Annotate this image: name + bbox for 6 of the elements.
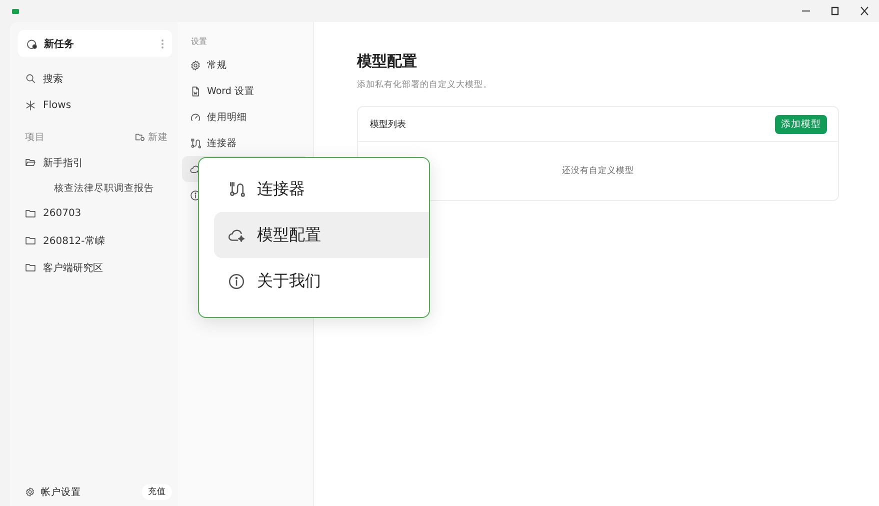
section-title: 项目: [25, 130, 45, 144]
empty-message: 还没有自定义模型: [562, 165, 634, 177]
section-title: 设置: [190, 36, 208, 48]
page-title: 模型配置: [357, 52, 418, 71]
card-title: 模型列表: [370, 118, 406, 130]
page-subtitle: 添加私有化部署的自定义大模型。: [357, 79, 493, 91]
